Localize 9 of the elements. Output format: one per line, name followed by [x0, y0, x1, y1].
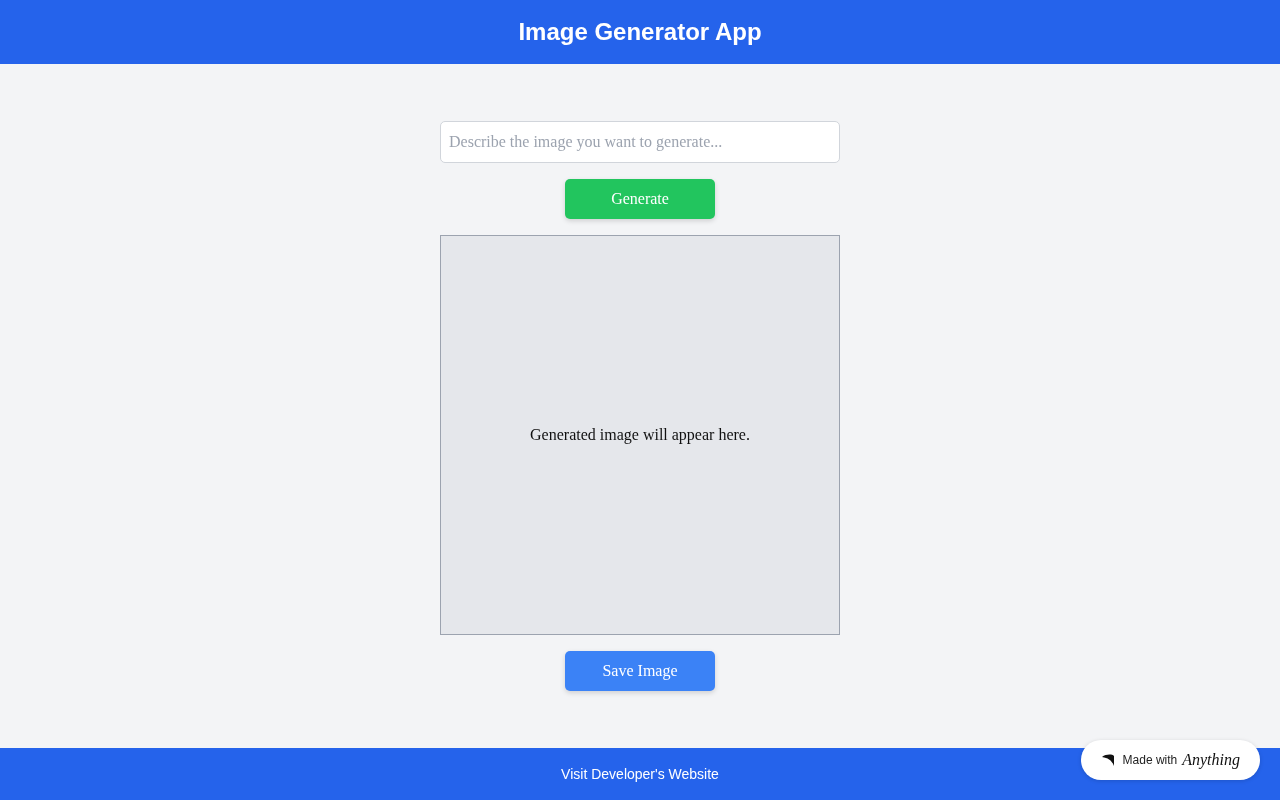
- save-image-button[interactable]: Save Image: [565, 651, 715, 691]
- placeholder-message: Generated image will appear here.: [530, 426, 750, 444]
- made-with-badge[interactable]: Made with Anything: [1080, 740, 1260, 780]
- prompt-field[interactable]: Describe the image you want to generate...: [440, 121, 840, 163]
- developer-website-link[interactable]: Visit Developer's Website: [561, 766, 719, 782]
- wing-icon: [1100, 753, 1115, 767]
- badge-text: Made with: [1122, 753, 1178, 767]
- brand-text: Anything: [1182, 751, 1240, 769]
- app-title: Image Generator App: [518, 18, 762, 46]
